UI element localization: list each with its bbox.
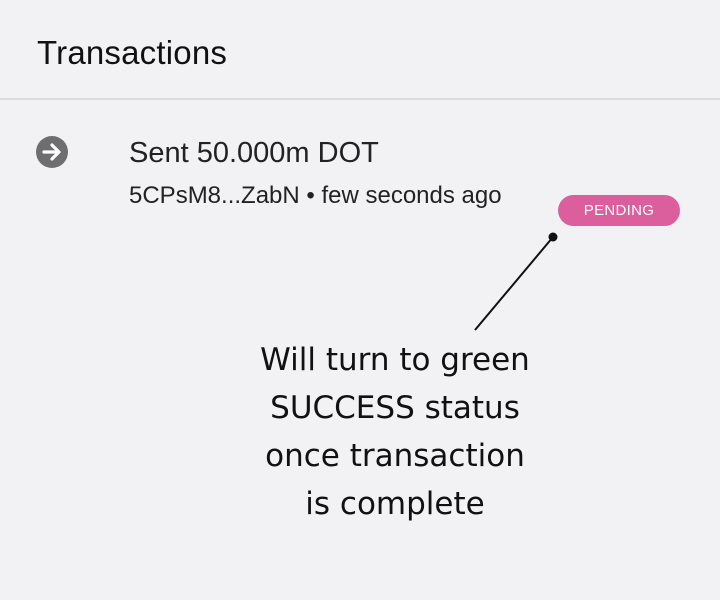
annotation-line: SUCCESS status <box>270 390 520 426</box>
transaction-title: Sent 50.000m DOT <box>129 137 379 169</box>
annotation-note: Will turn to green SUCCESS status once t… <box>220 336 570 528</box>
transaction-row[interactable]: Sent 50.000m DOT 5CPsM8...ZabN • few sec… <box>0 120 720 260</box>
page-header: Transactions <box>0 0 720 100</box>
annotation-line: once transaction <box>265 438 525 474</box>
arrow-right-circle-icon <box>36 136 68 168</box>
transaction-subtitle: 5CPsM8...ZabN • few seconds ago <box>129 182 502 209</box>
annotation-line: is complete <box>305 486 485 522</box>
page-title: Transactions <box>37 34 228 71</box>
status-badge: PENDING <box>558 195 680 226</box>
annotation-line: Will turn to green <box>260 342 530 378</box>
